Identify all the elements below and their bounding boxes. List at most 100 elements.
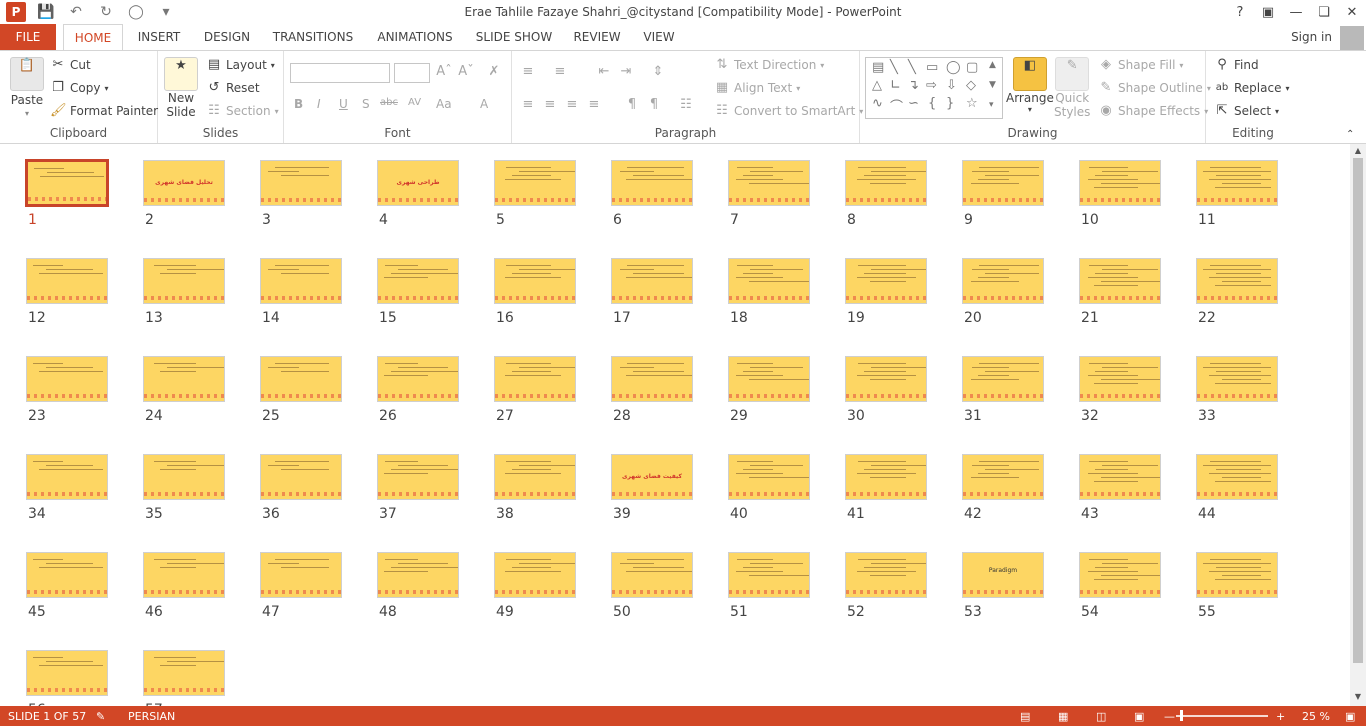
slide-thumbnail[interactable] [728, 160, 810, 206]
oval-shape-icon[interactable]: ◯ [946, 60, 961, 75]
bullets-button[interactable]: ≡ [520, 64, 536, 80]
slide-thumbnail[interactable] [26, 552, 108, 598]
gallery-more-icon[interactable]: ▾ [989, 100, 994, 110]
clear-formatting-button[interactable]: ✗ [486, 64, 502, 80]
tab-animations[interactable]: ANIMATIONS [370, 24, 460, 50]
strikethrough-button[interactable]: abc [380, 97, 398, 108]
slide-thumbnail[interactable] [377, 454, 459, 500]
zoom-slider[interactable] [1176, 715, 1268, 717]
numbering-button[interactable]: ≡ [552, 64, 568, 80]
slide-thumbnail[interactable] [962, 454, 1044, 500]
font-name-field[interactable] [290, 63, 390, 83]
slide-thumbnail[interactable] [1079, 160, 1161, 206]
spelling-check-icon[interactable]: ✎ [96, 710, 105, 723]
new-slide-button[interactable]: ★ New Slide [164, 57, 198, 119]
triangle-shape-icon[interactable]: △ [872, 78, 882, 93]
left-brace-shape-icon[interactable]: { [928, 96, 936, 111]
elbow-connector-icon[interactable]: ↴ [908, 78, 919, 93]
gallery-up-icon[interactable]: ▲ [989, 60, 996, 70]
find-button[interactable]: ⚲ Find [1214, 57, 1258, 73]
arc-shape-icon[interactable]: ⌒ [890, 96, 903, 115]
slide-thumbnail[interactable] [1196, 160, 1278, 206]
slide-thumbnail[interactable] [494, 258, 576, 304]
slide-thumbnail[interactable]: تحلیل فضای شهری [143, 160, 225, 206]
slide-thumbnail[interactable] [377, 356, 459, 402]
arrange-button[interactable]: ◧ Arrange ▾ [1006, 57, 1054, 114]
slide-thumbnail[interactable] [377, 552, 459, 598]
scrollbar-thumb[interactable] [1353, 158, 1363, 663]
tab-transitions[interactable]: TRANSITIONS [268, 24, 358, 50]
slide-thumbnail[interactable] [1196, 356, 1278, 402]
slide-thumbnail[interactable] [611, 356, 693, 402]
down-arrow-shape-icon[interactable]: ⇩ [946, 78, 957, 93]
align-text-button[interactable]: ▦ Align Text ▾ [714, 80, 800, 96]
rtl-button[interactable]: ¶ [646, 97, 662, 113]
slide-thumbnail[interactable] [728, 454, 810, 500]
tab-view[interactable]: VIEW [638, 24, 680, 50]
right-brace-shape-icon[interactable]: } [946, 96, 954, 111]
zoom-slider-handle[interactable] [1180, 710, 1183, 721]
scroll-up-icon[interactable]: ▲ [1350, 146, 1366, 158]
slide-thumbnail[interactable] [260, 258, 342, 304]
slide-thumbnail[interactable] [494, 552, 576, 598]
slide-thumbnail[interactable] [494, 160, 576, 206]
slide-thumbnail[interactable] [1079, 356, 1161, 402]
justify-button[interactable]: ≡ [586, 97, 602, 113]
slide-thumbnail[interactable] [26, 258, 108, 304]
rectangle-shape-icon[interactable]: ▭ [926, 60, 938, 75]
slide-thumbnail[interactable] [494, 454, 576, 500]
tab-review[interactable]: REVIEW [568, 24, 626, 50]
slide-thumbnail[interactable]: Paradigm [962, 552, 1044, 598]
quick-styles-button[interactable]: ✎ Quick Styles [1054, 57, 1090, 119]
slide-thumbnail[interactable] [494, 356, 576, 402]
convert-smartart-button[interactable]: ☷ Convert to SmartArt ▾ [714, 103, 863, 119]
normal-view-icon[interactable]: ▤ [1020, 710, 1030, 723]
slide-thumbnail[interactable] [845, 160, 927, 206]
zoom-level[interactable]: 25 % [1302, 710, 1330, 723]
slide-thumbnail[interactable] [26, 356, 108, 402]
line-shape-icon-2[interactable]: ╲ [908, 60, 916, 75]
rounded-rect-shape-icon[interactable]: ▢ [966, 60, 978, 75]
slide-thumbnail[interactable] [1196, 454, 1278, 500]
slide-thumbnail[interactable] [1196, 552, 1278, 598]
bold-button[interactable]: B [294, 97, 303, 111]
grow-font-button[interactable]: Aˆ [436, 64, 452, 80]
align-left-button[interactable]: ≡ [520, 97, 536, 113]
slide-thumbnail[interactable]: کیفیت فضای شهری [611, 454, 693, 500]
font-color-button[interactable]: A [480, 97, 488, 111]
zoom-in-button[interactable]: + [1276, 710, 1285, 723]
star-shape-icon[interactable]: ☆ [966, 96, 978, 111]
tab-slide-show[interactable]: SLIDE SHOW [472, 24, 556, 50]
slide-thumbnail[interactable] [611, 258, 693, 304]
slide-thumbnail[interactable] [143, 258, 225, 304]
slide-thumbnail[interactable] [143, 454, 225, 500]
slide-thumbnail[interactable] [611, 552, 693, 598]
slide-thumbnail[interactable] [26, 454, 108, 500]
curve-shape-icon[interactable]: ∿ [872, 96, 883, 111]
tab-home[interactable]: HOME [63, 24, 123, 50]
line-spacing-button[interactable]: ⇕ [650, 64, 666, 80]
slide-thumbnail[interactable] [611, 160, 693, 206]
align-center-button[interactable]: ≡ [542, 97, 558, 113]
fit-to-window-icon[interactable]: ▣ [1345, 710, 1355, 723]
connector-shape-icon[interactable]: ∟ [890, 78, 901, 93]
avatar[interactable] [1340, 26, 1364, 50]
slide-thumbnail[interactable] [962, 258, 1044, 304]
slide-thumbnail[interactable] [728, 356, 810, 402]
tab-insert[interactable]: INSERT [132, 24, 186, 50]
slide-thumbnail[interactable] [143, 356, 225, 402]
close-button[interactable]: ✕ [1338, 0, 1366, 24]
slide-thumbnail[interactable] [845, 552, 927, 598]
collapse-ribbon-icon[interactable]: ⌃ [1346, 129, 1354, 140]
shrink-font-button[interactable]: Aˇ [458, 64, 474, 80]
increase-indent-button[interactable]: ⇥ [618, 64, 634, 80]
reset-button[interactable]: ↺ Reset [206, 80, 260, 96]
slide-thumbnail[interactable] [962, 356, 1044, 402]
slide-thumbnail[interactable] [728, 258, 810, 304]
slide-thumbnail[interactable] [845, 258, 927, 304]
ribbon-display-options-icon[interactable]: ▣ [1254, 0, 1282, 24]
tab-design[interactable]: DESIGN [198, 24, 256, 50]
section-button[interactable]: ☷ Section ▾ [206, 103, 278, 119]
tab-file[interactable]: FILE [0, 24, 56, 50]
align-right-button[interactable]: ≡ [564, 97, 580, 113]
